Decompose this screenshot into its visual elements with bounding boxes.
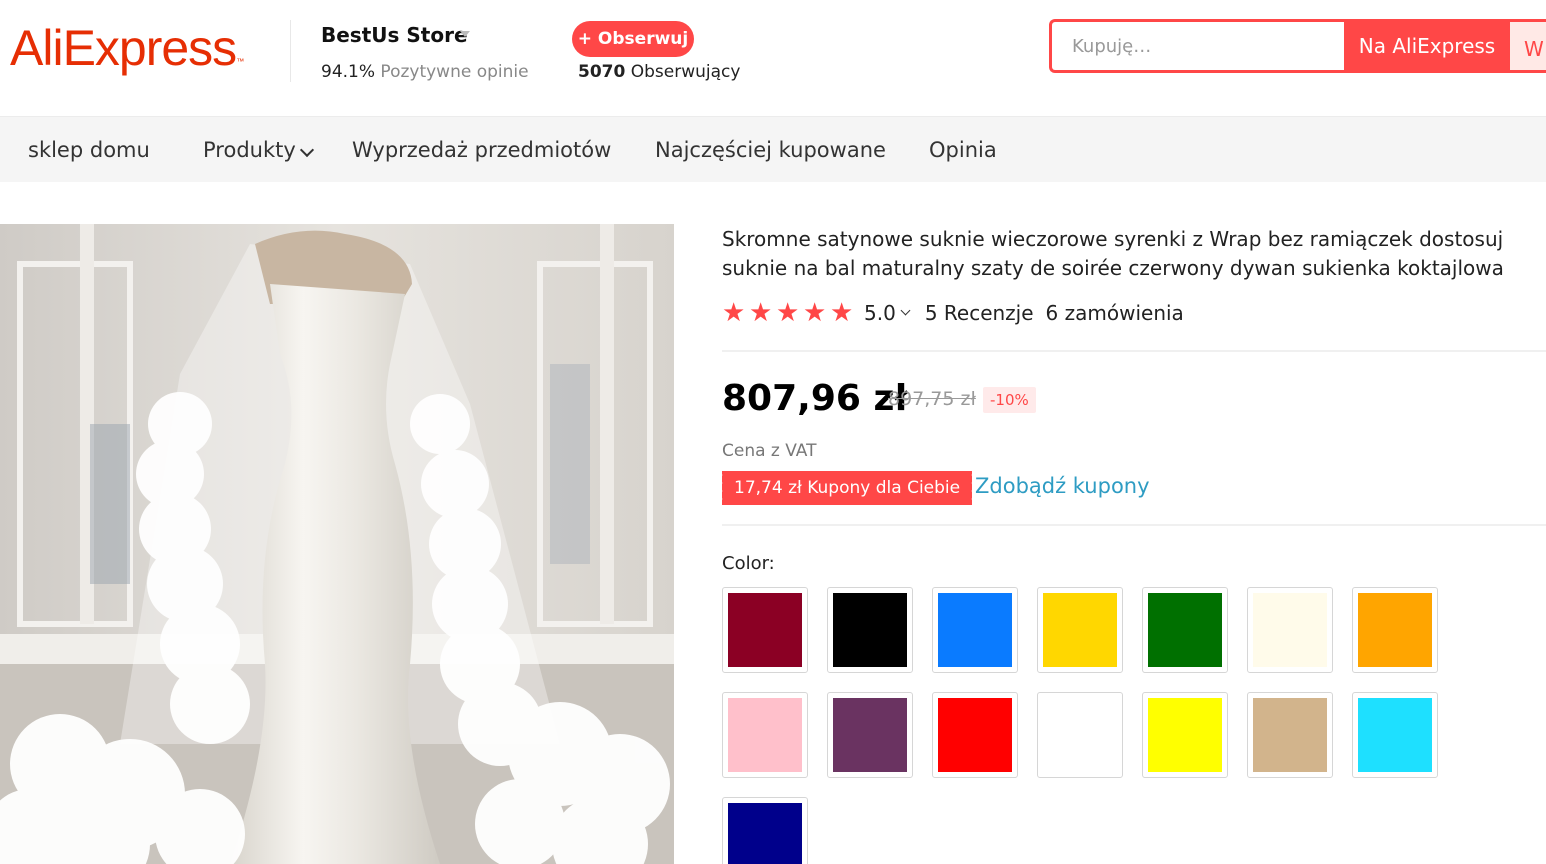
- color-swatch-fill: [1148, 593, 1222, 667]
- color-swatch-fill: [833, 698, 907, 772]
- logo-text: AliExpress: [10, 20, 237, 76]
- search-input[interactable]: [1072, 22, 1342, 70]
- coupon-badge[interactable]: 17,74 zł Kupony dla Ciebie: [719, 471, 973, 505]
- nav-item-feedback[interactable]: Opinia: [929, 117, 997, 183]
- color-swatch-fill: [728, 593, 802, 667]
- reviews-link[interactable]: 5 Recenzje: [925, 301, 1034, 325]
- chevron-down-icon: [299, 142, 314, 158]
- color-swatch[interactable]: [932, 692, 1018, 778]
- followers-number: 5070: [578, 62, 626, 82]
- divider: [722, 524, 1546, 526]
- color-swatch[interactable]: [827, 692, 913, 778]
- header-divider: [290, 20, 291, 82]
- color-swatch[interactable]: [932, 587, 1018, 673]
- star-icon: ★: [803, 298, 827, 328]
- search-box: [1049, 19, 1349, 73]
- color-swatch-fill: [938, 593, 1012, 667]
- color-swatch[interactable]: [1352, 692, 1438, 778]
- store-dropdown-icon[interactable]: [460, 31, 470, 37]
- original-price: 897,75 zł: [888, 388, 976, 410]
- logo-tm: ™: [236, 57, 244, 66]
- rating-row: ★ ★ ★ ★ ★ 5.0 5 Recenzje 6 zamówienia: [722, 298, 1184, 328]
- get-coupons-link[interactable]: Zdobądź kupony: [975, 474, 1150, 498]
- nav-item-products[interactable]: Produkty: [203, 117, 314, 183]
- star-icon: ★: [749, 298, 773, 328]
- color-swatch-fill: [1253, 593, 1327, 667]
- chevron-down-icon[interactable]: [900, 305, 911, 315]
- color-swatch[interactable]: [827, 587, 913, 673]
- color-swatch-fill: [1043, 698, 1117, 772]
- color-label: Color:: [722, 553, 775, 574]
- color-swatch-fill: [1358, 698, 1432, 772]
- vat-note: Cena z VAT: [722, 441, 817, 461]
- current-price: 807,96 zł: [722, 378, 908, 419]
- star-icon: ★: [776, 298, 800, 328]
- color-swatch[interactable]: [1247, 587, 1333, 673]
- store-header: AliExpress™ BestUs Store 94.1% Pozytywne…: [0, 0, 1546, 116]
- color-swatch-fill: [1043, 593, 1117, 667]
- store-rating-value: 94.1%: [321, 62, 376, 82]
- store-rating-label: Pozytywne opinie: [380, 62, 529, 82]
- color-swatch-fill: [938, 698, 1012, 772]
- nav-item-home[interactable]: sklep domu: [28, 117, 150, 183]
- color-swatch[interactable]: [1142, 587, 1228, 673]
- dress-photo: [0, 224, 674, 864]
- nav-item-products-label: Produkty: [203, 138, 296, 162]
- color-swatch[interactable]: [1352, 587, 1438, 673]
- store-name[interactable]: BestUs Store: [321, 23, 468, 47]
- color-swatch-fill: [1253, 698, 1327, 772]
- aliexpress-logo[interactable]: AliExpress™: [10, 18, 244, 78]
- color-swatch[interactable]: [1037, 587, 1123, 673]
- orders-count: 6 zamówienia: [1045, 301, 1184, 325]
- product-main-image[interactable]: [0, 224, 674, 864]
- nav-item-bestsellers[interactable]: Najczęściej kupowane: [655, 117, 886, 183]
- color-swatch[interactable]: [1037, 692, 1123, 778]
- color-swatch[interactable]: [1247, 692, 1333, 778]
- color-swatch[interactable]: [722, 692, 808, 778]
- discount-badge: -10%: [983, 387, 1036, 413]
- color-swatch[interactable]: [1142, 692, 1228, 778]
- star-icon: ★: [830, 298, 854, 328]
- rating-score[interactable]: 5.0: [864, 301, 896, 325]
- color-swatch[interactable]: [722, 587, 808, 673]
- color-swatch-fill: [1358, 593, 1432, 667]
- search-store-button[interactable]: W sklepie: [1510, 19, 1546, 73]
- rating-stars: ★ ★ ★ ★ ★: [722, 298, 854, 328]
- color-swatch[interactable]: [722, 797, 808, 864]
- followers-label: Obserwujący: [630, 62, 741, 82]
- star-icon: ★: [722, 298, 746, 328]
- color-swatch-fill: [1148, 698, 1222, 772]
- color-swatch-fill: [728, 698, 802, 772]
- followers-count: 5070 Obserwujący: [578, 62, 740, 82]
- store-nav: sklep domu Produkty Wyprzedaż przedmiotó…: [0, 116, 1546, 182]
- color-swatch-fill: [728, 803, 802, 864]
- color-swatch-fill: [833, 593, 907, 667]
- product-title: Skromne satynowe suknie wieczorowe syren…: [722, 227, 1504, 280]
- follow-button[interactable]: + Obserwuj: [572, 21, 694, 57]
- nav-item-sale[interactable]: Wyprzedaż przedmiotów: [352, 117, 611, 183]
- store-rating: 94.1% Pozytywne opinie: [321, 62, 529, 82]
- divider: [722, 350, 1546, 352]
- search-aliexpress-button[interactable]: Na AliExpress: [1344, 19, 1510, 73]
